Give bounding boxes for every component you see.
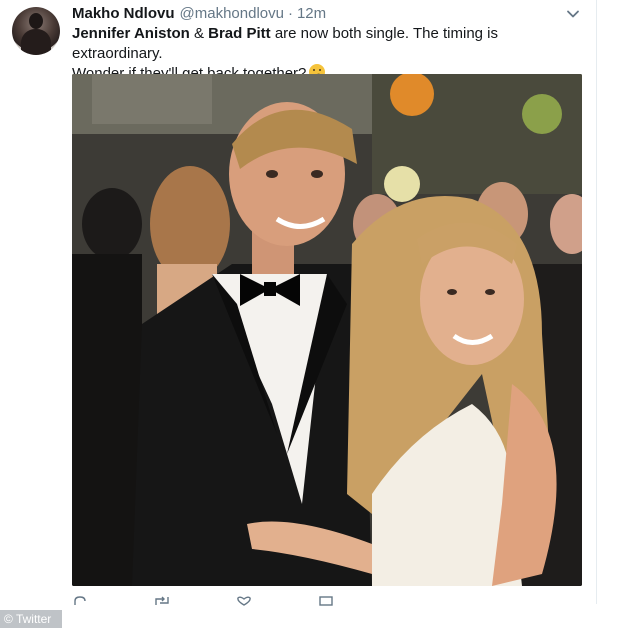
reply-icon[interactable] [72,596,88,606]
mention-brad-pitt: Brad Pitt [208,25,271,42]
mention-jennifer-aniston: Jennifer Aniston [72,25,190,42]
header-separator: · [287,5,293,22]
tweet-card[interactable]: Makho Ndlovu @makhondlovu · 12m Jennifer… [0,0,597,606]
user-handle[interactable]: @makhondlovu [180,5,284,22]
timestamp[interactable]: 12m [297,5,326,22]
display-name[interactable]: Makho Ndlovu [72,5,175,22]
chevron-down-icon[interactable] [566,7,580,21]
retweet-icon[interactable] [154,596,170,606]
avatar-body [21,29,51,55]
avatar-head [29,13,43,29]
heart-icon[interactable] [236,596,252,606]
twitter-watermark: © Twitter [0,610,62,628]
tweet-actions [72,596,472,606]
tweet-header: Makho Ndlovu @makhondlovu · 12m [72,5,326,23]
tweet-photo[interactable] [72,74,582,586]
message-icon[interactable] [318,596,334,606]
avatar[interactable] [12,7,60,55]
tweet-text-amp: & [189,25,209,42]
photo-illustration [72,74,582,586]
